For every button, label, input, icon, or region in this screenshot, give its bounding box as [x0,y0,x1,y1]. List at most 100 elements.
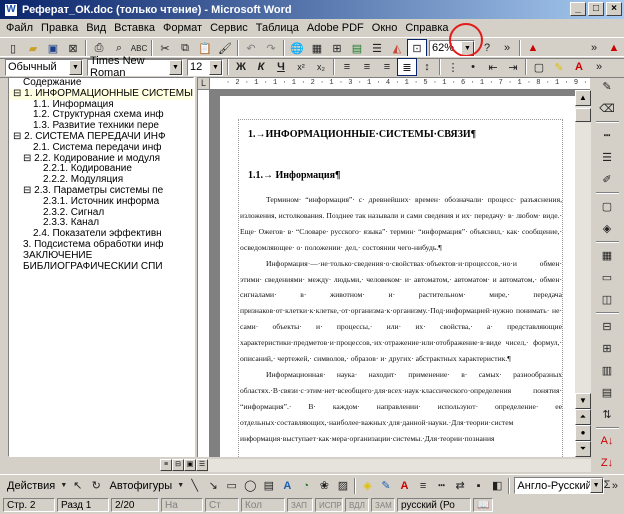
menu-adobe-pdf[interactable]: Adobe PDF [303,22,368,34]
oval-icon[interactable]: ◯ [241,477,260,495]
scroll-thumb[interactable] [575,108,591,122]
italic-button[interactable]: К [251,58,271,76]
print-layout-icon[interactable]: ▣ [184,459,196,471]
menu-insert[interactable]: Вставка [110,22,159,34]
heading-2[interactable]: 1.1.→ Информация¶ [248,170,340,181]
document-map-item[interactable]: 1.1. Информация [9,100,193,111]
chevron-down-icon[interactable]: ▼ [589,478,603,493]
align-cell-icon[interactable]: ⊟ [596,317,618,335]
status-extend[interactable]: ВДЛ [345,498,369,512]
browse-object-icon[interactable]: ● [575,425,591,441]
document-map-item[interactable]: ⊟ 2.2. Кодирование и модуля [9,154,193,165]
chevron-down-icon[interactable]: ▼ [176,477,185,495]
document-map-item[interactable]: 2.1. Система передачи инф [9,143,193,154]
font-color-icon[interactable]: A [395,477,414,495]
status-overtype[interactable]: ЗАМ [371,498,395,512]
menu-help[interactable]: Справка [401,22,452,34]
insert-excel-icon[interactable]: ▤ [347,39,367,57]
vertical-scrollbar[interactable]: ▲ ▼ ⏶ ● ⏷ [575,90,591,457]
tables-borders-icon[interactable]: ▦ [307,39,327,57]
document-map-item[interactable]: ЗАКЛЮЧЕНИЕ [9,251,193,262]
arrow-style-icon[interactable]: ⇄ [451,477,470,495]
status-track-changes[interactable]: ИСПР [315,498,343,512]
document-map-item[interactable]: 2.3.1. Источник информа [9,197,193,208]
toolbar-options-icon[interactable]: » [584,39,604,57]
status-record-macro[interactable]: ЗАП [287,498,313,512]
pen-icon[interactable]: ✎ [596,77,618,95]
scroll-up-icon[interactable]: ▲ [575,90,591,106]
document-map-item[interactable]: 2.3.3. Канал [9,218,193,229]
toolbar-options-icon[interactable]: » [606,477,624,495]
align-center-icon[interactable]: ≡ [357,58,377,76]
horizontal-ruler[interactable]: L · 2 · 1 · 1 · 1 · 2 · 1 · 3 · 1 · 4 · … [198,78,590,90]
format-painter-icon[interactable]: 🖌 [215,39,235,57]
document-map-item[interactable]: 2.4. Показатели эффективн [9,229,193,240]
fill-color-icon[interactable]: ◈ [358,477,377,495]
menu-file[interactable]: Файл [2,22,37,34]
toolbar-options-icon[interactable]: » [497,39,517,57]
insert-table-icon[interactable]: ▦ [596,246,618,264]
3d-icon[interactable]: ◧ [488,477,507,495]
document-map-item[interactable]: 3. Подсистема обработки инф [9,240,193,251]
merge-cells-icon[interactable]: ▭ [596,268,618,286]
sort-ascending-icon[interactable]: A↓ [596,432,618,450]
horizontal-scrollbar[interactable] [208,459,591,472]
dash-style-icon[interactable]: ┅ [432,477,451,495]
autoshapes-menu[interactable]: Автофигуры [106,480,177,492]
normal-view-icon[interactable]: ≡ [160,459,172,471]
align-right-icon[interactable]: ≡ [377,58,397,76]
border-color-icon[interactable]: ✐ [596,170,618,188]
outside-border-icon[interactable]: ▢ [596,197,618,215]
new-document-icon[interactable]: ▯ [3,39,23,57]
align-left-icon[interactable]: ≡ [337,58,357,76]
decrease-indent-icon[interactable]: ⇤ [483,58,503,76]
paragraph[interactable]: Термином· “информация”· с· древнейших· в… [240,192,562,256]
close-button[interactable]: × [606,2,622,16]
free-rotate-icon[interactable]: ↻ [87,477,106,495]
eraser-icon[interactable]: ⌫ [596,99,618,117]
document-map-item[interactable]: Содержание [9,78,193,89]
line-icon[interactable]: ╲ [185,477,204,495]
font-size-select[interactable]: 12 ▼ [187,58,223,76]
menu-window[interactable]: Окно [368,22,402,34]
bold-button[interactable]: Ж [231,58,251,76]
line-spacing-icon[interactable]: ↕ [417,58,437,76]
document-map-item[interactable]: БИБЛИОГРАФИЧЕСКИЙ СПИ [9,262,193,273]
select-objects-icon[interactable]: ↖ [68,477,87,495]
paragraph[interactable]: Информационная· наука· находит· применен… [240,367,562,447]
undo-icon[interactable]: ↶ [241,39,261,57]
document-map-item[interactable]: 1.3. Развитие техники пере [9,121,193,132]
shading-color-icon[interactable]: ◈ [596,219,618,237]
borders-icon[interactable]: ▢ [529,58,549,76]
heading-1[interactable]: 1.→ИНФОРМАЦИОННЫЕ·СИСТЕМЫ·СВЯЗИ¶ [248,129,476,140]
hyperlink-icon[interactable]: 🌐 [287,39,307,57]
justify-icon[interactable]: ≣ [397,58,417,76]
permission-icon[interactable]: ⊠ [63,39,83,57]
maximize-button[interactable]: □ [588,2,604,16]
increase-indent-icon[interactable]: ⇥ [503,58,523,76]
translation-language-select[interactable]: Англо-Русский ▼ [514,477,604,494]
document-map-item[interactable]: ⊟ 2.3. Параметры системы пе [9,186,193,197]
document-map-item[interactable]: 2.2.2. Модуляция [9,175,193,186]
wordart-icon[interactable]: A [278,477,297,495]
columns-icon[interactable]: ☰ [367,39,387,57]
document-area[interactable]: 1.→ИНФОРМАЦИОННЫЕ·СИСТЕМЫ·СВЯЗИ¶ 1.1.→ И… [210,90,575,457]
scroll-down-icon[interactable]: ▼ [575,393,591,409]
line-color-icon[interactable]: ✎ [377,477,396,495]
toolbar-options-icon[interactable]: » [589,58,609,76]
vertical-ruler[interactable] [198,90,210,457]
insert-table-icon[interactable]: ⊞ [327,39,347,57]
shadow-icon[interactable]: ▪ [469,477,488,495]
rectangle-icon[interactable]: ▭ [222,477,241,495]
superscript-icon[interactable]: x² [291,58,311,76]
font-color-icon[interactable]: A [569,58,589,76]
document-map-icon[interactable]: ⊡ [407,39,427,57]
arrow-icon[interactable]: ↘ [204,477,223,495]
text-direction-icon[interactable]: ⇅ [596,405,618,423]
clipart-icon[interactable]: ❀ [315,477,334,495]
menu-table[interactable]: Таблица [252,22,303,34]
spelling-status-icon[interactable]: 📖 [473,498,493,512]
body-text[interactable]: Термином· “информация”· с· древнейших· в… [240,192,562,447]
chevron-down-icon[interactable]: ▼ [169,59,182,75]
subscript-icon[interactable]: x₂ [311,58,331,76]
